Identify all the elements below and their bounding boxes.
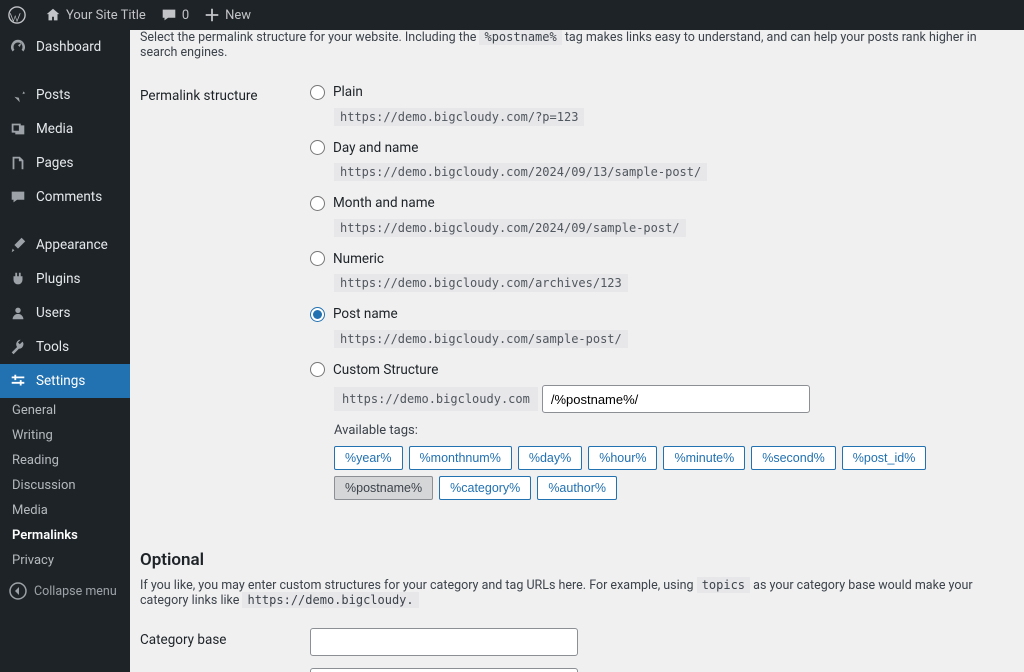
collapse-label: Collapse menu xyxy=(34,584,117,599)
available-tags-label: Available tags: xyxy=(334,423,1014,438)
category-base-label: Category base xyxy=(140,626,310,666)
tag-minute[interactable]: %minute% xyxy=(663,446,745,470)
tag-base-input[interactable] xyxy=(310,668,578,672)
option-plain: Plain https://demo.bigcloudy.com/?p=123 xyxy=(310,84,1014,126)
tag-post_id[interactable]: %post_id% xyxy=(842,446,927,470)
admin-bar: Your Site Title 0 New xyxy=(0,0,1024,30)
radio-post-name[interactable] xyxy=(310,307,325,322)
optional-desc: If you like, you may enter custom struct… xyxy=(140,578,1014,608)
tag-postname[interactable]: %postname% xyxy=(334,476,433,500)
option-numeric: Numeric https://demo.bigcloudy.com/archi… xyxy=(310,251,1014,293)
tag-day[interactable]: %day% xyxy=(518,446,582,470)
comments-icon xyxy=(8,187,28,207)
sidebar-item-label: Users xyxy=(36,305,70,321)
custom-prefix: https://demo.bigcloudy.com xyxy=(334,387,538,411)
tags-row: %year%%monthnum%%day%%hour%%minute%%seco… xyxy=(334,446,1014,500)
sidebar-item-dashboard[interactable]: Dashboard xyxy=(0,30,130,64)
example-day-name: https://demo.bigcloudy.com/2024/09/13/sa… xyxy=(334,163,707,181)
comment-count: 0 xyxy=(182,8,189,23)
tag-monthnum[interactable]: %monthnum% xyxy=(409,446,512,470)
sidebar-item-plugins[interactable]: Plugins xyxy=(0,262,130,296)
sidebar-item-tools[interactable]: Tools xyxy=(0,330,130,364)
example-numeric: https://demo.bigcloudy.com/archives/123 xyxy=(334,274,628,292)
sidebar-item-label: Tools xyxy=(36,339,69,355)
option-day-name: Day and name https://demo.bigcloudy.com/… xyxy=(310,140,1014,182)
submenu-permalinks[interactable]: Permalinks xyxy=(0,523,130,548)
new-content-link[interactable]: New xyxy=(203,6,251,24)
tag-base-label: Tag base xyxy=(140,666,310,672)
collapse-icon xyxy=(8,581,28,601)
sidebar-item-label: Appearance xyxy=(36,237,108,253)
main-content: Select the permalink structure for your … xyxy=(130,30,1024,672)
site-title: Your Site Title xyxy=(66,8,146,23)
sidebar-item-appearance[interactable]: Appearance xyxy=(0,228,130,262)
submenu-media[interactable]: Media xyxy=(0,498,130,523)
submenu-general[interactable]: General xyxy=(0,398,130,423)
sidebar-item-comments[interactable]: Comments xyxy=(0,180,130,214)
tag-category[interactable]: %category% xyxy=(439,476,531,500)
radio-numeric[interactable] xyxy=(310,251,325,266)
option-post-name: Post name https://demo.bigcloudy.com/sam… xyxy=(310,306,1014,348)
comment-icon xyxy=(160,6,178,24)
sidebar-item-media[interactable]: Media xyxy=(0,112,130,146)
submenu-privacy[interactable]: Privacy xyxy=(0,548,130,573)
tag-year[interactable]: %year% xyxy=(334,446,403,470)
wrench-icon xyxy=(8,337,28,357)
collapse-menu[interactable]: Collapse menu xyxy=(0,573,130,609)
sidebar-item-label: Dashboard xyxy=(36,39,101,55)
sidebar-item-label: Posts xyxy=(36,87,70,103)
structure-label: Permalink structure xyxy=(140,82,310,524)
intro-text: Select the permalink structure for your … xyxy=(140,30,1014,60)
new-label: New xyxy=(225,8,251,23)
tag-author[interactable]: %author% xyxy=(537,476,617,500)
custom-structure-input[interactable] xyxy=(542,385,810,413)
user-icon xyxy=(8,303,28,323)
sidebar-item-pages[interactable]: Pages xyxy=(0,146,130,180)
sidebar-item-users[interactable]: Users xyxy=(0,296,130,330)
optional-heading: Optional xyxy=(140,550,1014,570)
admin-sidebar: Dashboard Posts Media Pages Comments App… xyxy=(0,30,130,672)
option-month-name: Month and name https://demo.bigcloudy.co… xyxy=(310,195,1014,237)
example-month-name: https://demo.bigcloudy.com/2024/09/sampl… xyxy=(334,219,686,237)
postname-code: %postname% xyxy=(479,30,561,45)
radio-custom[interactable] xyxy=(310,362,325,377)
tag-hour[interactable]: %hour% xyxy=(588,446,657,470)
sidebar-item-label: Pages xyxy=(36,155,74,171)
submenu-discussion[interactable]: Discussion xyxy=(0,473,130,498)
radio-day-name[interactable] xyxy=(310,140,325,155)
pin-icon xyxy=(8,85,28,105)
home-icon xyxy=(44,6,62,24)
submenu-reading[interactable]: Reading xyxy=(0,448,130,473)
radio-plain[interactable] xyxy=(310,85,325,100)
tag-second[interactable]: %second% xyxy=(751,446,836,470)
wp-logo[interactable] xyxy=(8,6,30,24)
site-link[interactable]: Your Site Title xyxy=(44,6,146,24)
submenu-writing[interactable]: Writing xyxy=(0,423,130,448)
sidebar-item-label: Plugins xyxy=(36,271,81,287)
media-icon xyxy=(8,119,28,139)
radio-month-name[interactable] xyxy=(310,196,325,211)
sliders-icon xyxy=(8,371,28,391)
comments-link[interactable]: 0 xyxy=(160,6,189,24)
option-custom: Custom Structure https://demo.bigcloudy.… xyxy=(310,362,1014,501)
sidebar-item-settings[interactable]: Settings xyxy=(0,364,130,398)
sidebar-item-label: Media xyxy=(36,121,73,137)
plus-icon xyxy=(203,6,221,24)
settings-submenu: General Writing Reading Discussion Media… xyxy=(0,398,130,573)
dashboard-icon xyxy=(8,37,28,57)
pages-icon xyxy=(8,153,28,173)
sidebar-item-label: Settings xyxy=(36,373,85,389)
wordpress-icon xyxy=(8,6,26,24)
example-plain: https://demo.bigcloudy.com/?p=123 xyxy=(334,108,584,126)
example-post-name: https://demo.bigcloudy.com/sample-post/ xyxy=(334,330,628,348)
category-base-input[interactable] xyxy=(310,628,578,656)
brush-icon xyxy=(8,235,28,255)
plug-icon xyxy=(8,269,28,289)
sidebar-item-label: Comments xyxy=(36,189,102,205)
sidebar-item-posts[interactable]: Posts xyxy=(0,78,130,112)
